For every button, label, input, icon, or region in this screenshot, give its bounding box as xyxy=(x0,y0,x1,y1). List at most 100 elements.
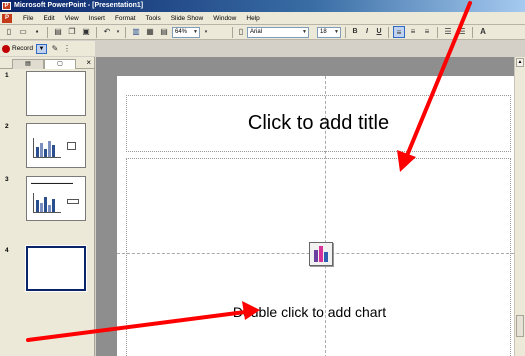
thumbnail-bar xyxy=(36,200,39,212)
undo-dropdown-icon[interactable]: ▾ xyxy=(115,26,121,38)
font-size-value: 18 xyxy=(320,28,327,35)
chart-icon-bar xyxy=(319,246,323,262)
record-label: Record xyxy=(12,45,33,52)
zoom-dropdown-icon[interactable]: ▾ xyxy=(202,26,210,38)
chart-placeholder-text: Double click to add chart xyxy=(232,304,387,320)
thumbnail-bar xyxy=(40,143,43,157)
document-icon[interactable]: P xyxy=(2,13,12,23)
thumbnail-bar xyxy=(52,199,55,212)
slide-number: 4 xyxy=(5,247,9,254)
powerpoint-icon: P xyxy=(2,2,11,10)
record-button[interactable]: Record xyxy=(2,44,33,53)
window-title: Microsoft PowerPoint - [Presentation1] xyxy=(14,2,144,9)
align-center-icon[interactable]: ≡ xyxy=(407,26,419,38)
toolbar-grip-icon[interactable]: ⋮ xyxy=(63,43,71,55)
chart-icon-bar xyxy=(324,252,328,262)
slide-number: 3 xyxy=(5,176,9,183)
align-right-icon[interactable]: ≡ xyxy=(421,26,433,38)
title-bar: P Microsoft PowerPoint - [Presentation1] xyxy=(0,0,525,12)
font-select[interactable]: Arial ▼ xyxy=(247,26,309,38)
close-icon[interactable]: × xyxy=(86,58,91,68)
slide-thumbnail-2[interactable] xyxy=(26,123,86,168)
tab-slides[interactable]: ▢ xyxy=(44,59,76,69)
bold-button[interactable]: B xyxy=(350,26,360,38)
scrollbar-thumb[interactable] xyxy=(516,315,524,337)
thumbnail-bar xyxy=(48,141,51,157)
align-left-icon[interactable]: ≡ xyxy=(393,26,405,38)
thumbnail-legend xyxy=(67,199,79,204)
menu-slide-show[interactable]: Slide Show xyxy=(166,12,209,25)
open-icon[interactable]: ▭ xyxy=(17,26,29,38)
chart-placeholder-text-row: Double click to add chart xyxy=(117,304,514,320)
zoom-select[interactable]: 64% ▼ xyxy=(172,26,200,38)
zoom-value: 64% xyxy=(175,28,188,35)
italic-button[interactable]: I xyxy=(362,26,372,38)
menu-insert[interactable]: Insert xyxy=(84,12,110,25)
toolbar-separator xyxy=(47,26,48,38)
menu-window[interactable]: Window xyxy=(208,12,241,25)
slide-number: 2 xyxy=(5,123,9,130)
undo-icon[interactable]: ↶ xyxy=(101,26,113,38)
numbering-icon[interactable]: ☰ xyxy=(442,26,454,38)
thumbnail-bar xyxy=(36,147,39,157)
slide-number: 1 xyxy=(5,72,9,79)
menu-view[interactable]: View xyxy=(60,12,84,25)
font-style-icon[interactable]: ▯ xyxy=(237,26,245,38)
font-size-select[interactable]: 18 ▼ xyxy=(317,26,341,38)
underline-button[interactable]: U xyxy=(374,26,384,38)
chevron-down-icon: ▼ xyxy=(334,28,339,35)
insert-chart-icon[interactable]: ▥ xyxy=(130,26,142,38)
slide-canvas[interactable]: Click to add title Double click to add c… xyxy=(117,76,514,356)
toolbar-separator xyxy=(472,26,473,38)
slide-thumbnail-4[interactable] xyxy=(25,245,87,292)
thumbnail-chart xyxy=(33,193,61,213)
toolbar-separator xyxy=(125,26,126,38)
menu-help[interactable]: Help xyxy=(241,12,264,25)
thumbnail-title-line: ▬▬▬▬▬▬▬▬▬▬▬▬ xyxy=(31,181,73,185)
grid-icon[interactable]: ▤ xyxy=(158,26,170,38)
tab-outline[interactable]: ▤ xyxy=(12,59,44,69)
slides-icon: ▢ xyxy=(57,61,63,67)
powerpoint-window: P Microsoft PowerPoint - [Presentation1]… xyxy=(0,0,525,356)
increase-font-icon[interactable]: A xyxy=(477,26,489,38)
toolbar-separator xyxy=(96,26,97,38)
font-value: Arial xyxy=(250,28,263,35)
slide-thumbnail-1[interactable] xyxy=(26,71,86,116)
save-icon[interactable]: ▪ xyxy=(31,26,43,38)
menu-format[interactable]: Format xyxy=(110,12,141,25)
chart-icon[interactable] xyxy=(309,242,333,266)
toolbar-separator xyxy=(437,26,438,38)
slides-panel: ▤ ▢ × 1 2 3 ▬▬▬▬▬▬▬▬▬▬▬▬ 4 xyxy=(0,57,95,356)
scroll-up-icon[interactable]: ▲ xyxy=(516,58,524,67)
toolbar-separator xyxy=(345,26,346,38)
outline-icon: ▤ xyxy=(25,61,31,67)
recording-toolbar: Record ▼ ✎ ⋮ xyxy=(0,41,95,56)
record-icon xyxy=(2,44,10,53)
menu-edit[interactable]: Edit xyxy=(38,12,59,25)
thumbnail-bar xyxy=(52,145,55,157)
print-icon[interactable]: ▤ xyxy=(52,26,64,38)
new-icon[interactable]: ▯ xyxy=(3,26,15,38)
slide-thumbnail-3[interactable]: ▬▬▬▬▬▬▬▬▬▬▬▬ xyxy=(26,176,86,221)
chart-icon-bar xyxy=(314,250,318,262)
record-settings-icon[interactable]: ✎ xyxy=(50,43,60,55)
record-dropdown-icon[interactable]: ▼ xyxy=(35,43,47,54)
title-placeholder-text: Click to add title xyxy=(247,112,390,134)
menu-bar: P File Edit View Insert Format Tools Sli… xyxy=(0,12,525,25)
thumbnail-bar xyxy=(48,205,51,212)
bullets-icon[interactable]: ☰ xyxy=(456,26,468,38)
insert-table-icon[interactable]: ▦ xyxy=(144,26,156,38)
toolbar-separator xyxy=(388,26,389,38)
thumbnail-bar xyxy=(44,149,47,157)
title-placeholder[interactable]: Click to add title xyxy=(126,95,511,152)
toolbar-separator xyxy=(232,26,233,38)
copy-icon[interactable]: ❐ xyxy=(66,26,78,38)
menu-file[interactable]: File xyxy=(18,12,38,25)
paste-icon[interactable]: ▣ xyxy=(80,26,92,38)
chevron-down-icon: ▼ xyxy=(193,28,198,35)
slide-workspace[interactable]: Click to add title Double click to add c… xyxy=(96,57,514,356)
thumbnail-bar xyxy=(44,197,47,212)
vertical-scrollbar[interactable]: ▲ xyxy=(514,57,525,356)
menu-tools[interactable]: Tools xyxy=(141,12,166,25)
thumbnail-chart xyxy=(33,138,61,158)
